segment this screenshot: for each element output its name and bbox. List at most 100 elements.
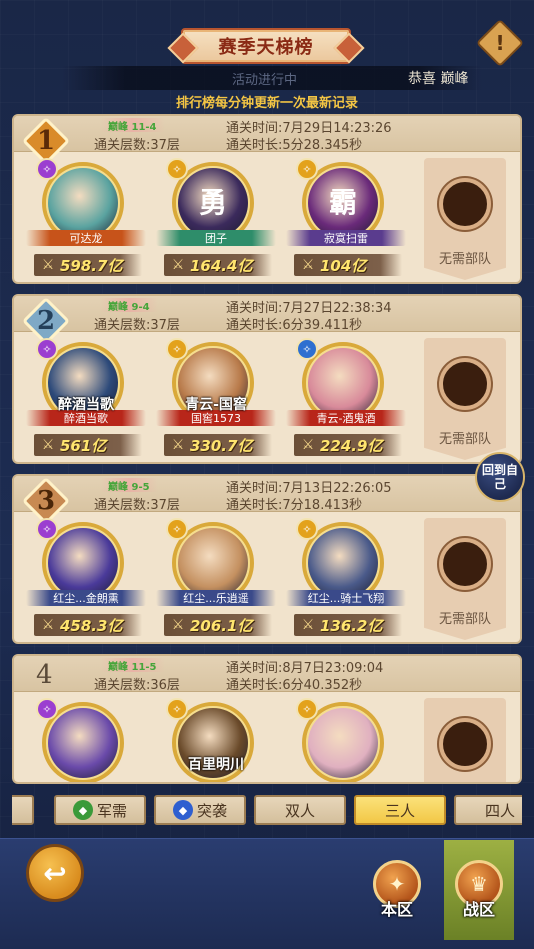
page-title: 赛季天梯榜 bbox=[218, 37, 314, 58]
power-bar: ⚔ 561亿 bbox=[34, 434, 142, 456]
rank-number: 4 bbox=[36, 660, 53, 690]
no-army-slot: 无需部队 bbox=[424, 518, 506, 640]
nav-war-label: 战区 bbox=[462, 900, 495, 919]
rank-card[interactable]: 2 巅峰 9-4 通关层数:37层 通关时间:7月27日22:38:34 通关时长:6分… bbox=[12, 294, 522, 464]
tab-mode-icon: ◆ bbox=[72, 800, 93, 820]
class-icon: ✧ bbox=[36, 698, 58, 720]
title-plate: 赛季天梯榜 bbox=[181, 28, 351, 64]
power-bar: ⚔ 136.2亿 bbox=[294, 614, 402, 636]
sword-icon: ⚔ bbox=[41, 257, 55, 273]
tab-mode[interactable]: 四人 bbox=[454, 795, 522, 825]
tab-mode[interactable]: 双人 bbox=[254, 795, 346, 825]
clear-duration: 通关时长:6分40.352秒 bbox=[226, 678, 363, 693]
team-slot[interactable]: ✧ 青云-酒鬼酒 ⚔ 224.9亿 bbox=[286, 338, 406, 456]
player-name: 寂寞扫雷 bbox=[286, 230, 406, 246]
back-to-me-button[interactable]: 回到自己 bbox=[475, 452, 525, 502]
power-value: 164.4亿 bbox=[190, 256, 253, 275]
sword-icon: ⚔ bbox=[171, 257, 185, 273]
rank-card[interactable]: 4 巅峰 11-5 通关层数:36层 通关时间:8月7日23:09:04 通关时长:6分… bbox=[12, 654, 522, 784]
no-army-label: 无需部队 bbox=[438, 432, 491, 447]
class-icon: ✧ bbox=[296, 158, 318, 180]
rank-card[interactable]: 1 巅峰 11-4 通关层数:37层 通关时间:7月29日14:23:26 通关时长:5… bbox=[12, 114, 522, 284]
power-bar: ⚔ 224.9亿 bbox=[294, 434, 402, 456]
tab-label: 双人 bbox=[284, 801, 315, 820]
clear-duration: 通关时长:7分18.413秒 bbox=[226, 498, 363, 513]
hero-portrait bbox=[308, 708, 378, 778]
team-slot[interactable]: 勇 ✧ 团子 ⚔ 164.4亿 bbox=[156, 158, 276, 276]
mode-tabs: 说◆军需◆突袭双人三人四人 bbox=[12, 793, 522, 829]
class-icon: ✧ bbox=[166, 158, 188, 180]
emblem-glyph: 霸 bbox=[328, 186, 357, 219]
floors-cleared: 通关层数:37层 bbox=[94, 498, 180, 513]
update-notice: 排行榜每分钟更新一次最新记录 bbox=[175, 96, 358, 111]
team-slot[interactable]: 霸 ✧ 寂寞扫雷 ⚔ 104亿 bbox=[286, 158, 406, 276]
hero-portrait bbox=[178, 528, 248, 598]
clear-duration: 通关时长:5分28.345秒 bbox=[226, 138, 363, 153]
power-value: 224.9亿 bbox=[320, 436, 383, 455]
hero-portrait bbox=[48, 168, 118, 238]
tab-mode[interactable]: 说 bbox=[12, 795, 34, 825]
back-button[interactable]: ↩ bbox=[26, 844, 84, 902]
power-bar: ⚔ 206.1亿 bbox=[164, 614, 272, 636]
power-value: 598.7亿 bbox=[60, 256, 123, 275]
no-army-slot: 无需部队 bbox=[424, 698, 506, 782]
tab-mode[interactable]: ◆ 突袭 bbox=[154, 795, 246, 825]
class-icon: ✧ bbox=[296, 518, 318, 540]
sword-icon: ⚔ bbox=[301, 437, 315, 453]
team-slot[interactable]: ✧ 红尘...骑士飞翔 ⚔ 136.2亿 bbox=[286, 518, 406, 636]
power-value: 136.2亿 bbox=[320, 616, 383, 635]
power-bar: ⚔ 330.7亿 bbox=[164, 434, 272, 456]
rank-number: 1 bbox=[36, 126, 56, 156]
hero-display-name: 醉酒当歌 bbox=[58, 397, 114, 413]
hero-portrait bbox=[48, 528, 118, 598]
sword-icon: ⚔ bbox=[171, 437, 185, 453]
class-icon: ✧ bbox=[296, 698, 318, 720]
team-slot[interactable]: ✧ bbox=[286, 698, 406, 782]
tab-mode[interactable]: 三人 bbox=[354, 795, 446, 825]
no-army-label: 无需部队 bbox=[438, 252, 491, 267]
sword-icon: ⚔ bbox=[41, 617, 55, 633]
empty-slot-icon bbox=[439, 358, 491, 410]
tab-mode-icon: ◆ bbox=[172, 800, 193, 820]
peak-tag: 巅峰 9-5 bbox=[100, 478, 158, 493]
power-value: 458.3亿 bbox=[60, 616, 123, 635]
team-slot[interactable]: ✧ 可达龙 ⚔ 598.7亿 bbox=[26, 158, 146, 276]
power-bar: ⚔ 164.4亿 bbox=[164, 254, 272, 276]
nav-local-label: 本区 bbox=[380, 900, 413, 919]
hero-portrait bbox=[308, 348, 378, 418]
return-arrow-icon: ↩ bbox=[43, 856, 67, 890]
empty-slot-icon bbox=[439, 178, 491, 230]
alert-icon[interactable]: ! bbox=[483, 26, 517, 60]
player-name: 团子 bbox=[156, 230, 276, 246]
team-slot[interactable]: ✧ 国窖1573 青云-国窖 ⚔ 330.7亿 bbox=[156, 338, 276, 456]
hero-portrait bbox=[308, 528, 378, 598]
class-icon: ✧ bbox=[166, 338, 188, 360]
empty-slot-icon bbox=[439, 538, 491, 590]
class-icon: ✧ bbox=[36, 158, 58, 180]
hero-display-name: 青云-国窖 bbox=[185, 397, 247, 413]
floors-cleared: 通关层数:37层 bbox=[94, 318, 180, 333]
nav-war-zone[interactable]: ♛ 战区 bbox=[444, 840, 514, 940]
hero-portrait bbox=[48, 708, 118, 778]
power-bar: ⚔ 458.3亿 bbox=[34, 614, 142, 636]
team-slot[interactable]: ✧ bbox=[26, 698, 146, 782]
tab-mode[interactable]: ◆ 军需 bbox=[54, 795, 146, 825]
rank-number: 2 bbox=[36, 306, 56, 336]
rank-card[interactable]: 3 巅峰 9-5 通关层数:37层 通关时间:7月13日22:26:05 通关时长:7分… bbox=[12, 474, 522, 644]
team-slot[interactable]: ✧ 百里明川 bbox=[156, 698, 276, 782]
peak-tag: 巅峰 9-4 bbox=[100, 298, 158, 313]
no-army-slot: 无需部队 bbox=[424, 338, 506, 460]
nav-local-server[interactable]: ✦ 本区 bbox=[362, 840, 432, 940]
team-slot[interactable]: ✧ 红尘...金朗熏 ⚔ 458.3亿 bbox=[26, 518, 146, 636]
class-icon: ✧ bbox=[296, 338, 318, 360]
ticker-congrats-text: 恭喜 巅峰 bbox=[408, 71, 469, 87]
team-slot[interactable]: ✧ 红尘...乐逍遥 ⚔ 206.1亿 bbox=[156, 518, 276, 636]
rank-number: 3 bbox=[36, 486, 56, 516]
tab-label: 突袭 bbox=[196, 801, 227, 820]
power-bar: ⚔ 104亿 bbox=[294, 254, 402, 276]
floors-cleared: 通关层数:36层 bbox=[94, 678, 180, 693]
sword-icon: ⚔ bbox=[41, 437, 55, 453]
team-slot[interactable]: ✧ 醉酒当歌 醉酒当歌 ⚔ 561亿 bbox=[26, 338, 146, 456]
clear-duration: 通关时长:6分39.411秒 bbox=[226, 318, 363, 333]
power-value: 206.1亿 bbox=[190, 616, 253, 635]
